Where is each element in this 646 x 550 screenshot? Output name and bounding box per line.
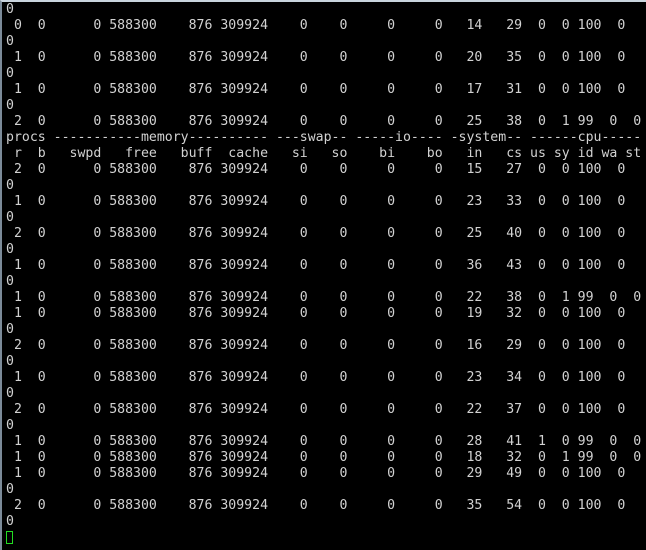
vmstat-wrapped-overflow: 0 xyxy=(6,242,14,257)
vmstat-data-row: 2 0 0 588300 876 309924 0 0 0 0 22 37 0 … xyxy=(6,402,626,417)
vmstat-column-header: r b swpd free buff cache si so bi bo in … xyxy=(6,146,642,161)
vmstat-wrapped-overflow: 0 xyxy=(6,178,14,193)
vmstat-data-row: 1 0 0 588300 876 309924 0 0 0 0 23 34 0 … xyxy=(6,370,626,385)
vmstat-wrapped-overflow: 0 xyxy=(6,514,14,529)
terminal-window[interactable]: 0 0 0 0 588300 876 309924 0 0 0 0 14 29 … xyxy=(0,0,646,550)
vmstat-data-row: 0 0 0 588300 876 309924 0 0 0 0 14 29 0 … xyxy=(6,18,626,33)
vmstat-data-row: 1 0 0 588300 876 309924 0 0 0 0 28 41 1 … xyxy=(6,434,642,449)
vmstat-data-row: 1 0 0 588300 876 309924 0 0 0 0 18 32 0 … xyxy=(6,450,642,465)
vmstat-data-row: 1 0 0 588300 876 309924 0 0 0 0 20 35 0 … xyxy=(6,50,626,65)
vmstat-data-row: 2 0 0 588300 876 309924 0 0 0 0 15 27 0 … xyxy=(6,162,626,177)
vmstat-wrapped-overflow: 0 xyxy=(6,274,14,289)
vmstat-wrapped-overflow: 0 xyxy=(6,2,14,17)
vmstat-wrapped-overflow: 0 xyxy=(6,354,14,369)
vmstat-data-row: 1 0 0 588300 876 309924 0 0 0 0 29 49 0 … xyxy=(6,466,626,481)
terminal-screen[interactable]: 0 0 0 0 588300 876 309924 0 0 0 0 14 29 … xyxy=(6,2,641,546)
vmstat-data-row: 1 0 0 588300 876 309924 0 0 0 0 36 43 0 … xyxy=(6,258,626,273)
vmstat-data-row: 2 0 0 588300 876 309924 0 0 0 0 25 40 0 … xyxy=(6,226,626,241)
vmstat-wrapped-overflow: 0 xyxy=(6,34,14,49)
vmstat-data-row: 1 0 0 588300 876 309924 0 0 0 0 19 32 0 … xyxy=(6,306,626,321)
vmstat-wrapped-overflow: 0 xyxy=(6,418,14,433)
vmstat-data-row: 1 0 0 588300 876 309924 0 0 0 0 23 33 0 … xyxy=(6,194,626,209)
vmstat-data-row: 2 0 0 588300 876 309924 0 0 0 0 25 38 0 … xyxy=(6,114,642,129)
vmstat-wrapped-overflow: 0 xyxy=(6,482,14,497)
vmstat-wrapped-overflow: 0 xyxy=(6,322,14,337)
vmstat-wrapped-overflow: 0 xyxy=(6,66,14,81)
vmstat-data-row: 2 0 0 588300 876 309924 0 0 0 0 35 54 0 … xyxy=(6,498,626,513)
vmstat-wrapped-overflow: 0 xyxy=(6,210,14,225)
vmstat-data-row: 1 0 0 588300 876 309924 0 0 0 0 17 31 0 … xyxy=(6,82,626,97)
vmstat-data-row: 2 0 0 588300 876 309924 0 0 0 0 16 29 0 … xyxy=(6,338,626,353)
cursor-block-icon xyxy=(6,531,13,544)
vmstat-data-row: 1 0 0 588300 876 309924 0 0 0 0 22 38 0 … xyxy=(6,290,642,305)
terminal-cursor-line xyxy=(6,530,641,546)
vmstat-group-header: procs -----------memory---------- ---swa… xyxy=(6,130,642,145)
vmstat-wrapped-overflow: 0 xyxy=(6,386,14,401)
vmstat-wrapped-overflow: 0 xyxy=(6,98,14,113)
